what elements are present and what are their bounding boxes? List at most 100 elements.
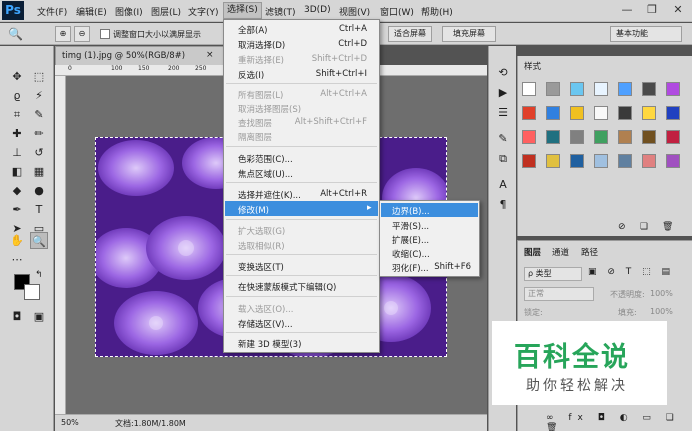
- workspace-select[interactable]: 基本功能: [610, 26, 682, 42]
- fit-screen-button[interactable]: 适合屏幕: [388, 26, 432, 42]
- style-swatch[interactable]: [666, 106, 680, 120]
- style-swatch[interactable]: [522, 106, 536, 120]
- clone-source-icon[interactable]: ⧉: [494, 150, 512, 168]
- style-swatch[interactable]: [666, 130, 680, 144]
- opacity-value[interactable]: 100%: [650, 289, 673, 298]
- dodge-tool-icon[interactable]: ●: [30, 182, 48, 199]
- layer-kind-filter[interactable]: ρ 类型: [524, 267, 582, 281]
- menu-edit[interactable]: 编辑(E): [76, 5, 107, 18]
- style-swatch[interactable]: [570, 82, 584, 96]
- eraser-icon[interactable]: ◧: [8, 163, 26, 180]
- menu-item-color-range[interactable]: 色彩范围(C)...: [238, 153, 293, 165]
- tab-channels[interactable]: 通道: [552, 246, 569, 258]
- fill-screen-button[interactable]: 填充屏幕: [442, 26, 496, 42]
- properties-panel-icon[interactable]: ☰: [494, 104, 512, 122]
- submenu-item-contract[interactable]: 收缩(C)...: [392, 248, 430, 260]
- clone-stamp-icon[interactable]: ⊥: [8, 144, 26, 161]
- eyedropper-icon[interactable]: ✎: [30, 106, 48, 123]
- background-color-swatch[interactable]: [24, 284, 40, 300]
- fill-value[interactable]: 100%: [650, 307, 673, 316]
- brush-panel-icon[interactable]: ✎: [494, 130, 512, 148]
- close-tab-icon[interactable]: ×: [206, 50, 214, 60]
- menu-image[interactable]: 图像(I): [115, 5, 143, 18]
- style-swatch[interactable]: [570, 106, 584, 120]
- style-swatch[interactable]: [642, 82, 656, 96]
- style-swatch[interactable]: [570, 154, 584, 168]
- submenu-item-feather[interactable]: 羽化(F)...: [392, 262, 429, 274]
- menu-filter[interactable]: 滤镜(T): [265, 5, 296, 18]
- style-swatch[interactable]: [618, 130, 632, 144]
- menu-item-focus-area[interactable]: 焦点区域(U)...: [238, 168, 293, 180]
- resize-windows-checkbox[interactable]: [100, 29, 110, 39]
- type-tool-icon[interactable]: T: [30, 201, 48, 218]
- magic-wand-icon[interactable]: ⚡: [30, 87, 48, 104]
- delete-style-icon[interactable]: 🗑: [662, 222, 673, 232]
- new-style-icon[interactable]: ⊘: [618, 222, 626, 232]
- blur-tool-icon[interactable]: ◆: [8, 182, 26, 199]
- minimize-button[interactable]: —: [615, 1, 639, 19]
- submenu-item-smooth[interactable]: 平滑(S)...: [392, 220, 429, 232]
- submenu-item-border[interactable]: 边界(B)...: [392, 205, 430, 217]
- zoom-tool-icon[interactable]: 🔍: [8, 27, 23, 41]
- menu-layer[interactable]: 图层(L): [151, 5, 181, 18]
- layer-footer-icons[interactable]: ∞ fx ◘ ◐ ▭ ❏ 🗑: [546, 413, 692, 431]
- more-tools-icon[interactable]: ⋯: [8, 251, 26, 268]
- pen-tool-icon[interactable]: ✒: [8, 201, 26, 218]
- submenu-item-expand[interactable]: 扩展(E)...: [392, 234, 429, 246]
- paragraph-panel-icon[interactable]: ¶: [494, 196, 512, 214]
- actions-panel-icon[interactable]: ▶: [494, 84, 512, 102]
- style-swatch[interactable]: [522, 82, 536, 96]
- style-swatch[interactable]: [546, 154, 560, 168]
- zoom-in-icon[interactable]: ⊕: [55, 26, 71, 42]
- style-swatch[interactable]: [594, 106, 608, 120]
- lasso-tool-icon[interactable]: ϱ: [8, 87, 26, 104]
- brush-tool-icon[interactable]: ✏: [30, 125, 48, 142]
- close-button[interactable]: ✕: [666, 1, 690, 19]
- style-swatch[interactable]: [570, 130, 584, 144]
- history-brush-icon[interactable]: ↺: [30, 144, 48, 161]
- tab-paths[interactable]: 路径: [581, 246, 598, 258]
- menu-item-quick-mask[interactable]: 在快速蒙版模式下编辑(Q): [238, 281, 336, 293]
- menu-3d[interactable]: 3D(D): [304, 5, 331, 15]
- style-swatch[interactable]: [546, 106, 560, 120]
- screen-mode-icon[interactable]: ▣: [30, 308, 48, 325]
- menu-item-deselect[interactable]: 取消选择(D): [238, 39, 285, 51]
- menu-item-select-and-mask[interactable]: 选择并遮住(K)...: [238, 189, 301, 201]
- hand-tool-icon[interactable]: ✋: [8, 232, 26, 249]
- history-panel-icon[interactable]: ⟲: [494, 64, 512, 82]
- menu-view[interactable]: 视图(V): [339, 5, 370, 18]
- character-panel-icon[interactable]: A: [494, 176, 512, 194]
- zoom-out-icon[interactable]: ⊖: [74, 26, 90, 42]
- style-swatch[interactable]: [666, 154, 680, 168]
- style-swatch[interactable]: [618, 106, 632, 120]
- zoom-tool-icon[interactable]: 🔍: [30, 232, 48, 249]
- menu-item-modify[interactable]: 修改(M): [238, 204, 269, 216]
- style-swatch[interactable]: [642, 154, 656, 168]
- document-info[interactable]: 文档:1.80M/1.80M: [115, 418, 186, 429]
- style-swatch[interactable]: [546, 130, 560, 144]
- style-swatch[interactable]: [522, 154, 536, 168]
- marquee-tool-icon[interactable]: ⬚: [30, 68, 48, 85]
- crop-tool-icon[interactable]: ⌗: [8, 106, 26, 123]
- menu-type[interactable]: 文字(Y): [188, 5, 219, 18]
- style-swatch[interactable]: [618, 154, 632, 168]
- style-swatch[interactable]: [546, 82, 560, 96]
- zoom-level[interactable]: 50%: [61, 418, 79, 427]
- style-swatch[interactable]: [594, 130, 608, 144]
- style-swatch[interactable]: [594, 82, 608, 96]
- style-swatch[interactable]: [666, 82, 680, 96]
- style-swatch[interactable]: [642, 130, 656, 144]
- menu-file[interactable]: 文件(F): [37, 5, 67, 18]
- menu-item-save-selection[interactable]: 存储选区(V)...: [238, 318, 293, 330]
- style-swatch[interactable]: [522, 130, 536, 144]
- tab-layers[interactable]: 图层: [524, 246, 541, 258]
- style-swatch[interactable]: [594, 154, 608, 168]
- menu-item-transform-selection[interactable]: 变换选区(T): [238, 261, 284, 273]
- vertical-ruler[interactable]: [55, 76, 66, 414]
- menu-window[interactable]: 窗口(W): [380, 5, 414, 18]
- add-style-icon[interactable]: ❏: [640, 222, 648, 232]
- menu-item-inverse[interactable]: 反选(I): [238, 69, 264, 81]
- style-swatch[interactable]: [642, 106, 656, 120]
- gradient-icon[interactable]: ▦: [30, 163, 48, 180]
- menu-item-new-3d-model[interactable]: 新建 3D 模型(3): [238, 338, 301, 350]
